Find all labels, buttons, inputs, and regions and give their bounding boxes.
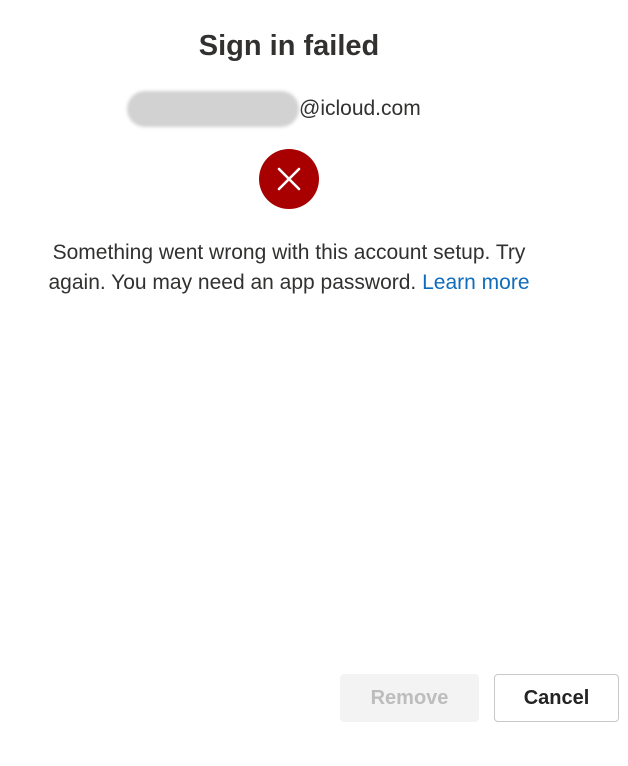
redacted-username <box>127 91 299 127</box>
dialog-title: Sign in failed <box>198 30 380 62</box>
cancel-button[interactable]: Cancel <box>494 674 619 722</box>
account-address: @icloud.com <box>127 89 421 129</box>
learn-more-link[interactable]: Learn more <box>422 271 529 294</box>
account-domain: @icloud.com <box>299 97 421 120</box>
error-x-icon <box>259 149 319 209</box>
error-message: Something went wrong with this account s… <box>40 238 538 298</box>
remove-button[interactable]: Remove <box>340 674 479 722</box>
